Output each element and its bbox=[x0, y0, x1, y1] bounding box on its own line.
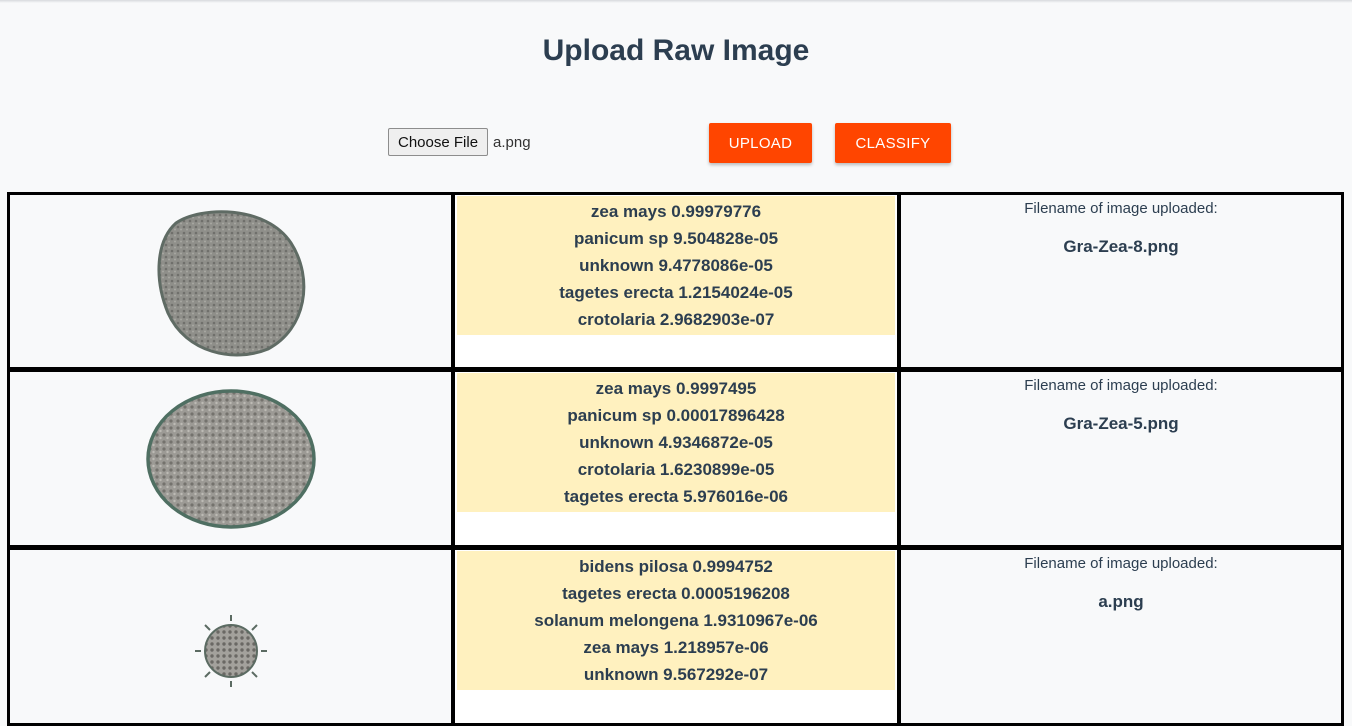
image-cell bbox=[7, 548, 453, 726]
image-cell bbox=[7, 370, 453, 548]
pollen-image bbox=[157, 210, 305, 357]
prediction-line: unknown 9.4778086e-05 bbox=[579, 256, 773, 275]
filename-cell: Filename of image uploaded: a.png bbox=[899, 548, 1344, 726]
predictions-box: zea mays 0.99979776 panicum sp 9.504828e… bbox=[457, 196, 895, 335]
predictions-box: bidens pilosa 0.9994752 tagetes erecta 0… bbox=[457, 551, 895, 690]
prediction-line: tagetes erecta 5.976016e-06 bbox=[564, 487, 788, 506]
prediction-line: zea mays 1.218957e-06 bbox=[583, 638, 769, 657]
prediction-line: bidens pilosa 0.9994752 bbox=[579, 557, 773, 576]
filename-cell: Filename of image uploaded: Gra-Zea-5.pn… bbox=[899, 370, 1344, 548]
pollen-image bbox=[145, 388, 316, 529]
result-row: bidens pilosa 0.9994752 tagetes erecta 0… bbox=[7, 548, 1344, 726]
file-input[interactable]: Choose File a.png bbox=[388, 128, 531, 156]
prediction-line: zea mays 0.9997495 bbox=[595, 379, 757, 398]
top-shadow bbox=[0, 0, 1352, 3]
predictions-cell: zea mays 0.99979776 panicum sp 9.504828e… bbox=[453, 192, 899, 370]
filename-label: Filename of image uploaded: bbox=[1024, 200, 1218, 217]
filename-value: Gra-Zea-8.png bbox=[1063, 237, 1179, 256]
filename-value: a.png bbox=[1098, 592, 1144, 611]
selected-file-name: a.png bbox=[493, 133, 531, 151]
choose-file-button[interactable]: Choose File bbox=[388, 128, 489, 156]
image-cell bbox=[7, 192, 453, 370]
prediction-line: tagetes erecta 0.0005196208 bbox=[562, 584, 790, 603]
predictions-cell: bidens pilosa 0.9994752 tagetes erecta 0… bbox=[453, 548, 899, 726]
pollen-image bbox=[194, 614, 267, 687]
results-table: zea mays 0.99979776 panicum sp 9.504828e… bbox=[7, 192, 1344, 726]
filename-label: Filename of image uploaded: bbox=[1024, 377, 1218, 394]
result-row: zea mays 0.9997495 panicum sp 0.00017896… bbox=[7, 370, 1344, 548]
prediction-line: unknown 4.9346872e-05 bbox=[579, 433, 773, 452]
prediction-line: panicum sp 9.504828e-05 bbox=[573, 229, 779, 248]
filename-value: Gra-Zea-5.png bbox=[1063, 414, 1179, 433]
prediction-line: solanum melongena 1.9310967e-06 bbox=[534, 611, 818, 630]
prediction-line: crotolaria 1.6230899e-05 bbox=[577, 460, 775, 479]
predictions-box: zea mays 0.9997495 panicum sp 0.00017896… bbox=[457, 373, 895, 512]
filename-label: Filename of image uploaded: bbox=[1024, 555, 1218, 572]
result-row: zea mays 0.99979776 panicum sp 9.504828e… bbox=[7, 192, 1344, 370]
prediction-line: tagetes erecta 1.2154024e-05 bbox=[559, 283, 793, 302]
prediction-line: zea mays 0.99979776 bbox=[590, 202, 762, 221]
filename-cell: Filename of image uploaded: Gra-Zea-8.pn… bbox=[899, 192, 1344, 370]
page-title: Upload Raw Image bbox=[542, 34, 810, 67]
predictions-cell: zea mays 0.9997495 panicum sp 0.00017896… bbox=[453, 370, 899, 548]
classify-button[interactable]: CLASSIFY bbox=[835, 123, 951, 163]
prediction-line: crotolaria 2.9682903e-07 bbox=[577, 310, 775, 329]
prediction-line: panicum sp 0.00017896428 bbox=[567, 406, 785, 425]
upload-button[interactable]: UPLOAD bbox=[709, 123, 812, 163]
